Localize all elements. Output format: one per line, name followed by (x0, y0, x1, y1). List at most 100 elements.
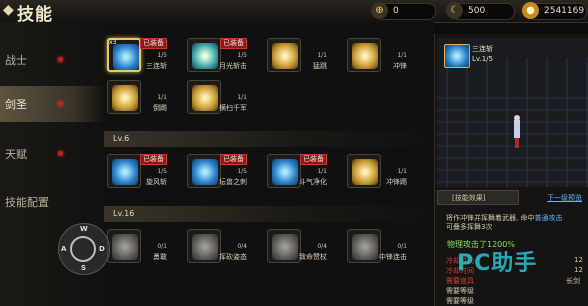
skill-name: 冲锋踢 (386, 178, 407, 186)
skill-name: 倒踢 (153, 104, 167, 112)
skill-frame (187, 38, 221, 72)
kick-icon (112, 85, 138, 111)
selected-skill-level: Lv.1/5 (472, 55, 493, 63)
skill-frame (347, 229, 381, 263)
skill-center-combo[interactable]: 0/1 中锋连击 (347, 229, 407, 264)
skill-name: 猛跳 (313, 62, 327, 70)
skill-description-line2: 可叠多挥舞3次 (446, 223, 493, 231)
sidebar-item-talent[interactable]: 天赋 (0, 136, 104, 172)
crescent-icon (272, 234, 298, 260)
sidebar-item-warrior[interactable]: 战士 (0, 42, 104, 78)
burst-icon (272, 159, 298, 185)
red-dot-icon (58, 101, 63, 106)
skill-brave[interactable]: 0/1 勇敢 (107, 229, 167, 264)
equipped-badge: 已装备 (220, 38, 247, 49)
skill-whirlwind[interactable]: 已装备 1/5 旋风斩 (107, 154, 167, 189)
skill-fatal-staff[interactable]: 0/4 致命赞杖 (267, 229, 327, 264)
spikes-icon (192, 159, 218, 185)
equipped-badge: 已装备 (140, 38, 167, 49)
skill-leap[interactable]: 1/1 猛跳 (267, 38, 327, 73)
skill-level: 1/1 (237, 94, 247, 101)
effect-tab-label: [技能效果] (452, 194, 486, 202)
resource-target: ⊕ 0 (371, 2, 436, 20)
skill-level: 0/1 (157, 243, 167, 250)
skill-frame (347, 38, 381, 72)
sword-emblem-icon (352, 234, 378, 260)
stance-icon (192, 234, 218, 260)
skill-name: 月光斩击 (219, 62, 247, 70)
resource-target-value: 0 (393, 6, 399, 16)
skill-name: 勇敢 (153, 253, 167, 261)
crescent-slash-icon (192, 43, 218, 69)
skill-level: 1/5 (237, 168, 247, 175)
skill-frame (187, 229, 221, 263)
back-arrow-icon[interactable]: ◆ (3, 2, 17, 18)
skill-level: 1/1 (397, 52, 407, 59)
description-text: 将作冲锋并挥舞着武器, 命中 (446, 214, 535, 222)
sidebar-item-label: 天赋 (5, 148, 27, 161)
watermark: PC助手 (457, 251, 538, 276)
skill-charge-kick[interactable]: 1/1 冲锋踢 (347, 154, 407, 189)
joystick-left-key: A (61, 245, 67, 253)
skill-level: 1/1 (317, 52, 327, 59)
level-section-header: Lv.6 (104, 131, 434, 147)
kick-icon (352, 159, 378, 185)
skill-level: 1/5 (157, 168, 167, 175)
skill-charge[interactable]: 1/1 冲锋 (347, 38, 407, 73)
sweep-icon (192, 85, 218, 111)
flame-icon (112, 234, 138, 260)
skill-level: 0/1 (397, 243, 407, 250)
skill-name: 横扫千军 (219, 104, 247, 112)
sidebar-item-label: 技能配置 (5, 196, 49, 209)
skill-back-kick[interactable]: 1/1 倒踢 (107, 80, 167, 115)
skill-frame (267, 229, 301, 263)
leap-icon (272, 43, 298, 69)
skill-frame (347, 154, 381, 188)
next-level-preview-link[interactable]: 下一级预览 (547, 193, 582, 203)
resource-moon-value: 500 (468, 6, 486, 16)
skill-name: 冲锋 (393, 62, 407, 70)
whirlwind-icon (112, 159, 138, 185)
skill-triple-slash[interactable]: x3 已装备 1/5 三连斩 (107, 38, 167, 73)
level-label: Lv.6 (113, 134, 130, 143)
skill-frame (267, 38, 301, 72)
skill-slash-stance[interactable]: 0/4 挥砍姿态 (187, 229, 247, 264)
skill-level: 1/1 (157, 94, 167, 101)
skill-level: 0/4 (237, 243, 247, 250)
skill-name: 三连斩 (146, 62, 167, 70)
skill-frame (107, 154, 141, 188)
joystick-down-key: S (81, 264, 87, 272)
selected-skill-name: 三连斩 (472, 45, 493, 53)
target-icon: ⊕ (371, 2, 388, 19)
sidebar-item-sword-saint[interactable]: 剑圣 (0, 86, 104, 122)
joystick-ring-icon (70, 236, 96, 262)
skill-frame (267, 154, 301, 188)
joystick-right-key: D (99, 245, 105, 253)
sidebar-item-skill-config[interactable]: 技能配置 (0, 184, 104, 220)
dash-icon (352, 43, 378, 69)
joystick-up-key: W (80, 225, 88, 233)
skill-frame (187, 154, 221, 188)
skill-frame (187, 80, 221, 114)
stat-value: 12 (574, 256, 583, 264)
skill-frame (107, 229, 141, 263)
skill-moonlight-slash[interactable]: 已装备 1/5 月光斩击 (187, 38, 247, 73)
skill-level: 1/1 (317, 168, 327, 175)
moon-coin-icon: ☾ (446, 2, 463, 19)
skill-name: 斗气净化 (299, 178, 327, 186)
selected-skill-icon (444, 44, 470, 68)
resource-gold-value: 2541169 (544, 6, 585, 16)
skill-name: 坛兽之刺 (219, 178, 247, 186)
skill-name: 旋风斩 (146, 178, 167, 186)
skill-beast-thrust[interactable]: 已装备 1/5 坛兽之刺 (187, 154, 247, 189)
stat-label: 需要等级 (446, 297, 474, 305)
equipped-badge: 已装备 (140, 154, 167, 165)
stat-value: 12 (574, 266, 583, 274)
skill-aura-purify[interactable]: 已装备 1/1 斗气净化 (267, 154, 327, 189)
red-dot-icon (58, 151, 63, 156)
gold-coin-icon: ● (522, 2, 539, 19)
skill-level: 1/5 (157, 52, 167, 59)
stat-label: 需要道具 (446, 277, 474, 285)
resource-moon: ☾ 500 (446, 2, 515, 20)
skill-sweep[interactable]: 1/1 横扫千军 (187, 80, 247, 115)
